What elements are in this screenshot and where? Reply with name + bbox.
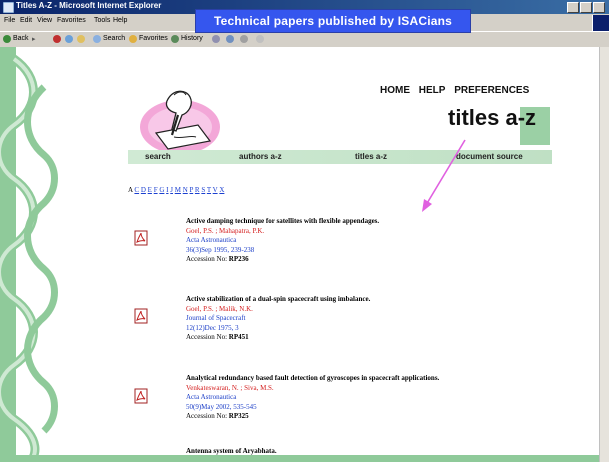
forward-button[interactable]: ▸ <box>32 35 36 43</box>
hand-writing-logo <box>140 90 220 154</box>
search-button[interactable]: Search <box>103 35 125 42</box>
toolbar: Back ▸ Search Favorites History <box>0 31 609 48</box>
bottom-accent-strip <box>0 455 600 462</box>
record-accession: Accession No: RP236 <box>186 255 379 265</box>
site-top-nav: HOME HELP PREFERENCES <box>380 85 534 96</box>
record-authors[interactable]: Goel, P.S. ; Malik, N.K. <box>186 305 370 315</box>
alpha-current-letter: A <box>128 186 133 194</box>
alpha-link-n[interactable]: N <box>183 186 188 194</box>
alpha-link-r[interactable]: R <box>195 186 200 194</box>
menu-view[interactable]: View <box>37 17 52 24</box>
menu-file[interactable]: File <box>4 17 15 24</box>
alpha-link-t[interactable]: T <box>207 186 211 194</box>
accession-label: Accession No: <box>186 255 228 263</box>
ie-icon <box>3 2 14 13</box>
alpha-link-v[interactable]: V <box>213 186 218 194</box>
stop-icon[interactable] <box>53 35 61 43</box>
record-authors[interactable]: Venkateswaran, N. ; Siva, M.S. <box>186 384 439 394</box>
nav-preferences-link[interactable]: PREFERENCES <box>454 85 529 96</box>
menu-help[interactable]: Help <box>113 17 127 24</box>
mail-icon[interactable] <box>212 35 220 43</box>
tab-document-source[interactable]: document source <box>456 152 523 161</box>
record-journal[interactable]: Acta Astronautica <box>186 236 379 246</box>
edit-icon[interactable] <box>240 35 248 43</box>
refresh-icon[interactable] <box>65 35 73 43</box>
record-issue[interactable]: 50(9)May 2002, 535-545 <box>186 403 439 413</box>
favorites-icon <box>129 35 137 43</box>
caption-text: Technical papers published by ISACians <box>213 14 453 28</box>
print-icon[interactable] <box>226 35 234 43</box>
minimize-button[interactable] <box>567 2 579 13</box>
record-issue[interactable]: 12(12)Dec 1975, 3 <box>186 324 370 334</box>
back-button[interactable]: Back <box>13 35 29 42</box>
favorites-button[interactable]: Favorites <box>139 35 168 42</box>
record-accession: Accession No: RP451 <box>186 333 370 343</box>
caption-overlay: Technical papers published by ISACians <box>195 9 471 33</box>
history-button[interactable]: History <box>181 35 203 42</box>
alpha-link-g[interactable]: G <box>159 186 164 194</box>
alpha-link-p[interactable]: P <box>190 186 194 194</box>
alpha-link-x[interactable]: X <box>219 186 224 194</box>
menu-tools[interactable]: Tools <box>94 17 110 24</box>
record-issue[interactable]: 36(3)Sep 1995, 239-238 <box>186 246 379 256</box>
record-title[interactable]: Active damping technique for satellites … <box>186 217 379 227</box>
browser-window: Titles A-Z - Microsoft Internet Explorer… <box>0 0 609 462</box>
page-title: titles a-z <box>448 105 537 130</box>
accession-label: Accession No: <box>186 412 228 420</box>
record-title[interactable]: Active stabilization of a dual-spin spac… <box>186 295 370 305</box>
accession-number: RP236 <box>228 255 249 263</box>
record-journal[interactable]: Journal of Spacecraft <box>186 314 370 324</box>
discuss-icon[interactable] <box>256 35 264 43</box>
pdf-icon[interactable] <box>134 388 148 404</box>
accession-number: RP325 <box>228 412 249 420</box>
pdf-icon[interactable] <box>134 230 148 246</box>
record-item: Active stabilization of a dual-spin spac… <box>186 295 370 343</box>
record-journal[interactable]: Acta Astronautica <box>186 393 439 403</box>
nav-home-link[interactable]: HOME <box>380 85 410 96</box>
record-title[interactable]: Analytical redundancy based fault detect… <box>186 374 439 384</box>
menu-favorites[interactable]: Favorites <box>57 17 86 24</box>
window-controls <box>567 2 605 13</box>
close-button[interactable] <box>593 2 605 13</box>
decorative-side-panel <box>0 47 58 462</box>
alpha-link-f[interactable]: F <box>154 186 158 194</box>
back-arrow-icon <box>3 35 11 43</box>
search-icon <box>93 35 101 43</box>
alpha-link-c[interactable]: C <box>134 186 139 194</box>
record-accession: Accession No: RP325 <box>186 412 439 422</box>
menu-edit[interactable]: Edit <box>20 17 32 24</box>
alpha-link-e[interactable]: E <box>148 186 152 194</box>
record-authors[interactable]: Goel, P.S. ; Mahapatra, P.K. <box>186 227 379 237</box>
page-content: HOME HELP PREFERENCES titles a-z search … <box>0 47 600 462</box>
tab-authors-a-z[interactable]: authors a-z <box>239 152 282 161</box>
twisted-ribbon-graphic <box>0 47 58 462</box>
alpha-link-j[interactable]: J <box>170 186 173 194</box>
nav-help-link[interactable]: HELP <box>419 85 446 96</box>
tab-search[interactable]: search <box>145 152 171 161</box>
accession-label: Accession No: <box>186 333 228 341</box>
maximize-button[interactable] <box>580 2 592 13</box>
tab-titles-a-z[interactable]: titles a-z <box>355 152 387 161</box>
record-item: Active damping technique for satellites … <box>186 217 379 265</box>
window-title: Titles A-Z - Microsoft Internet Explorer <box>16 1 162 10</box>
alpha-link-s[interactable]: S <box>201 186 205 194</box>
vertical-scrollbar[interactable] <box>599 47 609 462</box>
history-icon <box>171 35 179 43</box>
alpha-link-i[interactable]: I <box>166 186 168 194</box>
record-item: Analytical redundancy based fault detect… <box>186 374 439 422</box>
home-icon[interactable] <box>77 35 85 43</box>
alphabet-index: A C D E F G I J M N P R S T V X <box>128 186 224 194</box>
alpha-link-m[interactable]: M <box>175 186 181 194</box>
pdf-icon[interactable] <box>134 308 148 324</box>
accession-number: RP451 <box>228 333 249 341</box>
alpha-link-d[interactable]: D <box>141 186 146 194</box>
